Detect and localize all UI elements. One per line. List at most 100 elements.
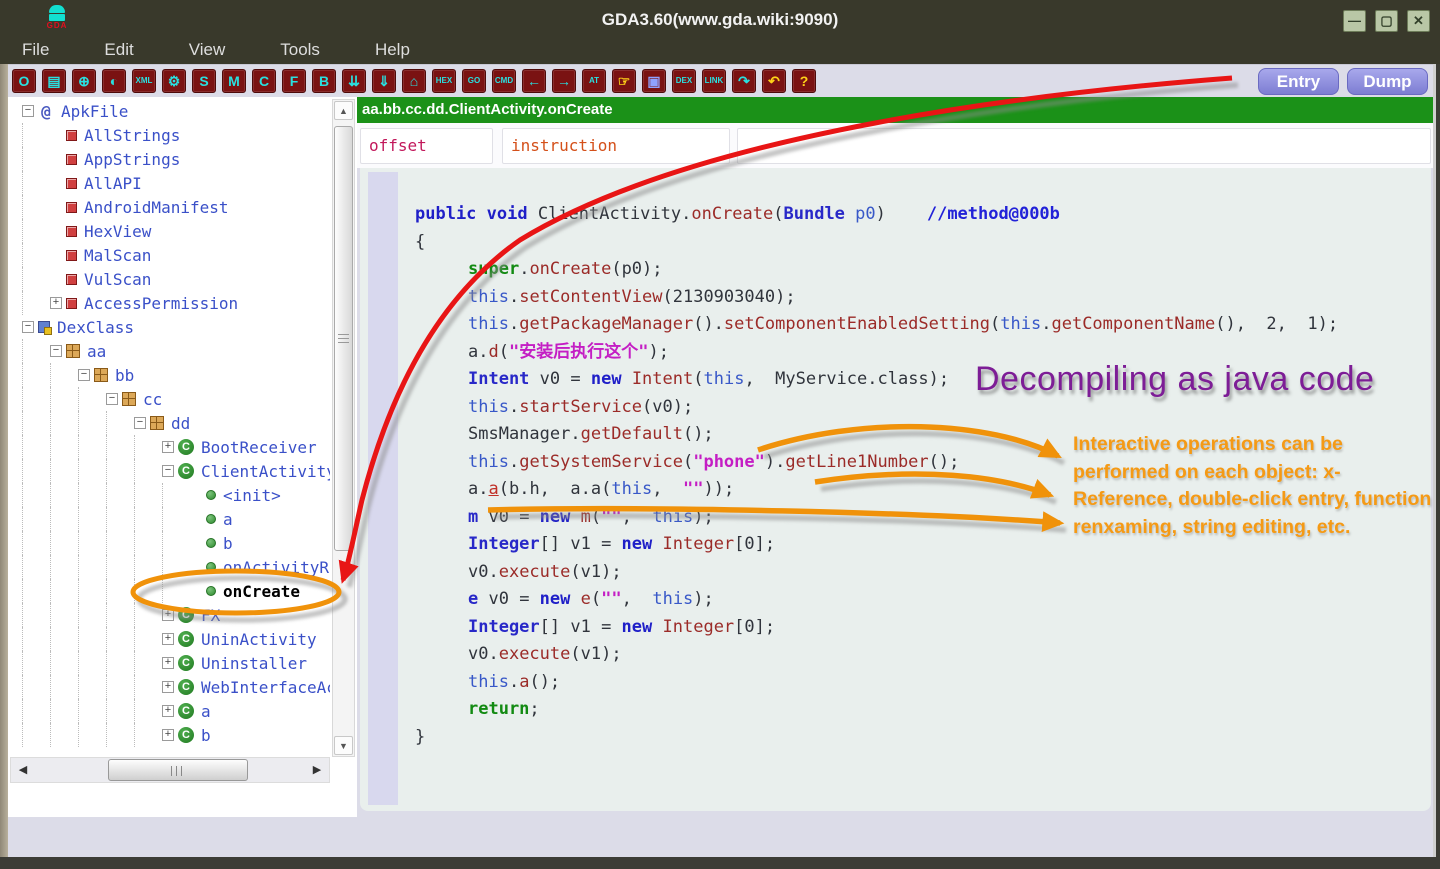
- toolbar-od-button[interactable]: ◐: [102, 69, 126, 93]
- code-line[interactable]: v0.execute(v1);: [415, 641, 1338, 669]
- code-line[interactable]: Integer[] v1 = new Integer[0];: [415, 614, 1338, 642]
- tree-item-cc[interactable]: −cc: [8, 387, 330, 411]
- toolbar-bytecode-button[interactable]: B: [312, 69, 336, 93]
- tree-item-appstrings[interactable]: AppStrings: [8, 147, 330, 171]
- tree-item-apkfile[interactable]: −@ApkFile: [8, 99, 330, 123]
- expand-icon[interactable]: +: [162, 633, 174, 645]
- tree-item-dd[interactable]: −dd: [8, 411, 330, 435]
- collapse-icon[interactable]: −: [106, 393, 118, 405]
- menu-tools[interactable]: Tools: [280, 40, 320, 60]
- tree-item-webinterfaceactivity[interactable]: +CWebInterfaceActivity: [8, 675, 330, 699]
- tree-item-allapi[interactable]: AllAPI: [8, 171, 330, 195]
- toolbar-save-button[interactable]: ▤: [42, 69, 66, 93]
- entry-button[interactable]: Entry: [1258, 68, 1339, 95]
- vertical-scroll-thumb[interactable]: [334, 126, 353, 551]
- tree-item-clientactivity[interactable]: −CClientActivity: [8, 459, 330, 483]
- toolbar-zoom-search-button[interactable]: ⊕: [72, 69, 96, 93]
- dump-button[interactable]: Dump: [1347, 68, 1428, 95]
- expand-icon[interactable]: +: [162, 609, 174, 621]
- menu-file[interactable]: File: [22, 40, 49, 60]
- tree-item-uninactivity[interactable]: +CUninActivity: [8, 627, 330, 651]
- expand-icon[interactable]: +: [50, 297, 62, 309]
- code-line[interactable]: e v0 = new e("", this);: [415, 586, 1338, 614]
- expand-icon[interactable]: +: [162, 705, 174, 717]
- toolbar-link-button[interactable]: LINK: [702, 69, 726, 93]
- code-line[interactable]: this.getPackageManager().setComponentEna…: [415, 311, 1338, 339]
- collapse-icon[interactable]: −: [22, 321, 34, 333]
- toolbar-fields-button[interactable]: F: [282, 69, 306, 93]
- expand-icon[interactable]: +: [162, 681, 174, 693]
- menu-edit[interactable]: Edit: [104, 40, 133, 60]
- minimize-button[interactable]: —: [1343, 10, 1366, 32]
- tree-item-uninstaller[interactable]: +CUninstaller: [8, 651, 330, 675]
- scroll-right-button[interactable]: ▶: [307, 760, 327, 780]
- tree-item-aa[interactable]: −aa: [8, 339, 330, 363]
- toolbar-android-button[interactable]: ⚙: [162, 69, 186, 93]
- tree-vertical-scrollbar[interactable]: ▲ ▼: [332, 99, 355, 757]
- xref-token[interactable]: a: [488, 479, 498, 499]
- collapse-icon[interactable]: −: [162, 465, 174, 477]
- scroll-up-button[interactable]: ▲: [334, 101, 353, 120]
- menu-help[interactable]: Help: [375, 40, 410, 60]
- toolbar-bank-up-button[interactable]: ⌂: [402, 69, 426, 93]
- tree-item-oncreate[interactable]: onCreate: [8, 579, 330, 603]
- toolbar-forward-button[interactable]: →: [552, 69, 576, 93]
- tree-item-fx[interactable]: +CFX: [8, 603, 330, 627]
- menu-view[interactable]: View: [189, 40, 226, 60]
- code-line[interactable]: this.a();: [415, 669, 1338, 697]
- close-button[interactable]: ✕: [1407, 10, 1430, 32]
- code-line[interactable]: v0.execute(v1);: [415, 559, 1338, 587]
- code-line[interactable]: super.onCreate(p0);: [415, 256, 1338, 284]
- tree-item-accesspermission[interactable]: +AccessPermission: [8, 291, 330, 315]
- toolbar-dex-button[interactable]: DEX: [672, 69, 696, 93]
- scroll-left-button[interactable]: ◀: [13, 760, 33, 780]
- toolbar-undo-button[interactable]: ↶: [762, 69, 786, 93]
- toolbar-classes-button[interactable]: C: [252, 69, 276, 93]
- toolbar-hand-click-button[interactable]: ☞: [612, 69, 636, 93]
- tree-item-malscan[interactable]: MalScan: [8, 243, 330, 267]
- toolbar-back-button[interactable]: ←: [522, 69, 546, 93]
- tree-item-b[interactable]: +Cb: [8, 723, 330, 747]
- horizontal-scroll-thumb[interactable]: [108, 759, 248, 781]
- expand-icon[interactable]: +: [162, 441, 174, 453]
- toolbar-method-drop-button[interactable]: ⇓: [372, 69, 396, 93]
- code-line[interactable]: this.setContentView(2130903040);: [415, 284, 1338, 312]
- collapse-icon[interactable]: −: [78, 369, 90, 381]
- toolbar-help-button[interactable]: ?: [792, 69, 816, 93]
- tree-horizontal-scrollbar[interactable]: ◀ ▶: [10, 757, 330, 783]
- toolbar-open-button[interactable]: O: [12, 69, 36, 93]
- tree-item-vulscan[interactable]: VulScan: [8, 267, 330, 291]
- toolbar-dialog-button[interactable]: ▣: [642, 69, 666, 93]
- collapse-icon[interactable]: −: [134, 417, 146, 429]
- tree-item-androidmanifest[interactable]: AndroidManifest: [8, 195, 330, 219]
- tree-item-allstrings[interactable]: AllStrings: [8, 123, 330, 147]
- scroll-down-button[interactable]: ▼: [334, 736, 353, 755]
- code-line[interactable]: }: [415, 724, 1338, 752]
- maximize-button[interactable]: ▢: [1375, 10, 1398, 32]
- tree-item-a[interactable]: +Ca: [8, 699, 330, 723]
- toolbar-at-button[interactable]: AT: [582, 69, 606, 93]
- tree-item-bootreceiver[interactable]: +CBootReceiver: [8, 435, 330, 459]
- toolbar-xml-button[interactable]: XML: [132, 69, 156, 93]
- toolbar-methods-button[interactable]: M: [222, 69, 246, 93]
- toolbar-method-down-button[interactable]: ⇊: [342, 69, 366, 93]
- collapse-icon[interactable]: −: [50, 345, 62, 357]
- code-line[interactable]: return;: [415, 696, 1338, 724]
- collapse-icon[interactable]: −: [22, 105, 34, 117]
- code-line[interactable]: {: [415, 229, 1338, 257]
- toolbar-strings-button[interactable]: S: [192, 69, 216, 93]
- toolbar-go-button[interactable]: GO: [462, 69, 486, 93]
- toolbar-redo-button[interactable]: ↷: [732, 69, 756, 93]
- toolbar-cmd-button[interactable]: CMD: [492, 69, 516, 93]
- tree-item-hexview[interactable]: HexView: [8, 219, 330, 243]
- code-line[interactable]: public void ClientActivity.onCreate(Bund…: [415, 201, 1338, 229]
- tree-item-a[interactable]: a: [8, 507, 330, 531]
- tree-item-init[interactable]: <init>: [8, 483, 330, 507]
- tree-item-b[interactable]: b: [8, 531, 330, 555]
- expand-icon[interactable]: +: [162, 657, 174, 669]
- tree-item-onactivityresult[interactable]: onActivityResult: [8, 555, 330, 579]
- tree-item-dexclass[interactable]: −DexClass: [8, 315, 330, 339]
- expand-icon[interactable]: +: [162, 729, 174, 741]
- toolbar-hex-button[interactable]: HEX: [432, 69, 456, 93]
- tree-item-bb[interactable]: −bb: [8, 363, 330, 387]
